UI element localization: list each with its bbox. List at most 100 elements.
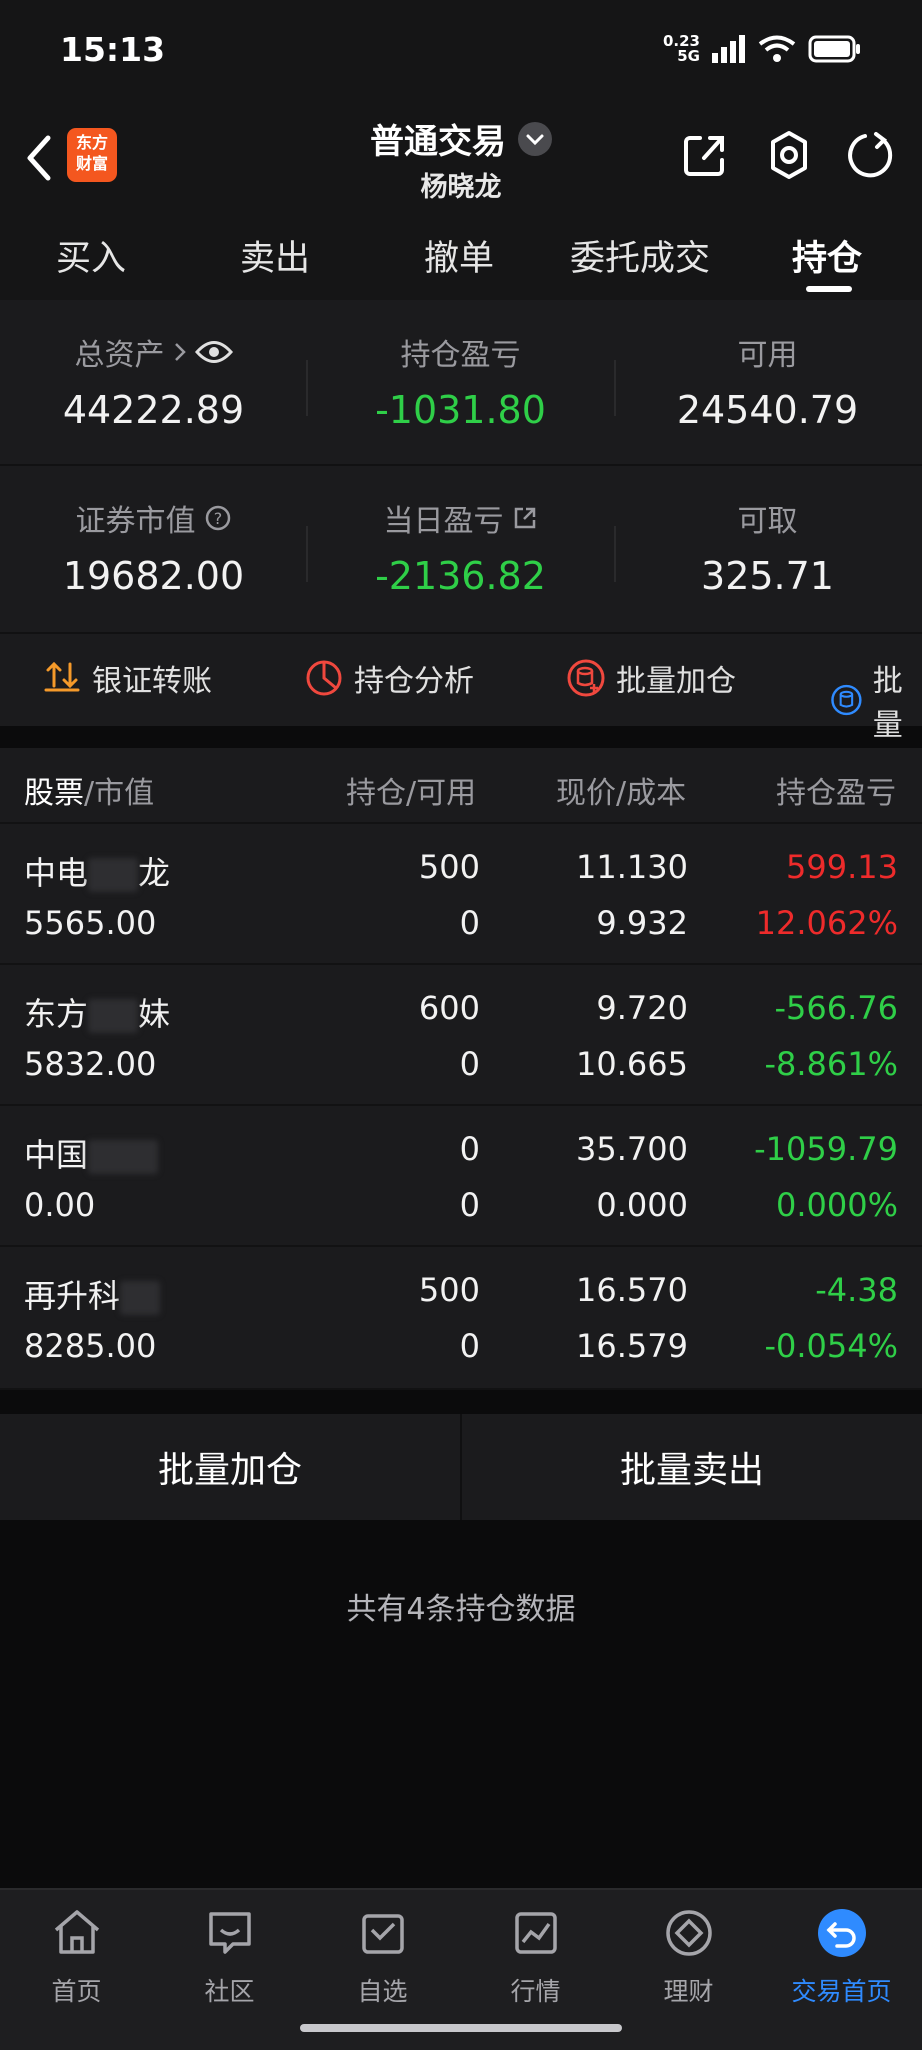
chevron-right-icon [174, 343, 186, 361]
header-pl: 持仓盈亏 [776, 776, 896, 811]
eye-icon[interactable] [194, 339, 233, 365]
available-value: 24540.79 [676, 388, 859, 432]
market-value: 证券市值 ? 19682.00 [0, 496, 307, 598]
withdrawable-value: 325.71 [701, 554, 834, 598]
pl-cell: 599.13 [786, 848, 898, 886]
position-cell: 500 [418, 848, 480, 886]
watchlist-icon [361, 1914, 404, 1954]
nav-watchlist[interactable]: 自选 [306, 1906, 459, 2008]
pl-cell: -566.76 [774, 989, 898, 1027]
pl-cell: -4.38 [815, 1271, 898, 1309]
cost-cell: 0.000 [596, 1186, 688, 1224]
withdrawable-funds: 可取 325.71 [614, 496, 921, 598]
cost-cell: 9.932 [596, 904, 688, 942]
cost-cell: 10.665 [576, 1045, 688, 1083]
market-value-cell: 8285.00 [24, 1327, 157, 1365]
position-cell: 0 [459, 1130, 480, 1168]
status-bar: 15:13 0.23 5G [0, 0, 922, 106]
action-batch-add[interactable]: 批量加仓 [566, 656, 736, 700]
network-indicator: 0.23 5G [663, 34, 700, 64]
position-cell: 600 [418, 989, 480, 1027]
database-icon [831, 684, 862, 716]
daily-pl-value: -2136.82 [375, 554, 546, 598]
pl-cell: -1059.79 [754, 1130, 898, 1168]
app-header: 东方 财富 普通交易 杨晓龙 [0, 106, 922, 216]
available-cell: 0 [459, 904, 480, 942]
stock-name: 再升科 [24, 1271, 161, 1317]
return-icon [817, 1909, 866, 1957]
home-indicator [300, 2024, 622, 2032]
account-summary: 总资产 44222.89 持仓盈亏 -1031.80 可用 24540.79 证… [0, 300, 922, 632]
nav-wealth[interactable]: 理财 [612, 1906, 765, 2008]
price-cell: 9.720 [596, 989, 688, 1027]
pl-pct-cell: -0.054% [764, 1327, 898, 1365]
nav-home[interactable]: 首页 [0, 1906, 153, 2008]
market-value-value: 19682.00 [62, 554, 245, 598]
daily-pl[interactable]: 当日盈亏 -2136.82 [307, 496, 614, 598]
trade-tabs: 买入 卖出 撤单 委托成交 持仓 [0, 216, 922, 300]
wealth-diamond-icon [665, 1910, 712, 1956]
action-position-analysis[interactable]: 持仓分析 [304, 656, 474, 700]
tab-buy[interactable]: 买入 [56, 230, 126, 281]
batch-add-button[interactable]: 批量加仓 [0, 1414, 460, 1520]
nav-trade-home[interactable]: 交易首页 [765, 1906, 918, 2008]
refresh-icon[interactable] [843, 128, 897, 182]
position-pl-value: -1031.80 [375, 388, 546, 432]
table-row[interactable]: 中国 0.00 0 0 35.700 0.000 -1059.79 0.000% [0, 1104, 922, 1247]
available-funds: 可用 24540.79 [614, 330, 921, 432]
database-plus-icon [567, 659, 605, 697]
status-time: 15:13 [60, 30, 166, 69]
action-bank-transfer[interactable]: 银证转账 [42, 656, 212, 700]
page-title: 普通交易 [370, 122, 506, 162]
market-value-cell: 5832.00 [24, 1045, 157, 1083]
transfer-icon [44, 661, 80, 692]
net-type: 5G [677, 47, 700, 65]
tab-sell[interactable]: 卖出 [240, 230, 310, 281]
home-icon [54, 1910, 99, 1954]
tab-cancel[interactable]: 撤单 [424, 230, 494, 281]
header-price: 现价/成本 [556, 776, 687, 811]
nav-market[interactable]: 行情 [459, 1906, 612, 2008]
total-assets[interactable]: 总资产 44222.89 [0, 330, 307, 432]
available-cell: 0 [459, 1045, 480, 1083]
available-cell: 0 [459, 1327, 480, 1365]
table-row[interactable]: 中电龙 5565.00 500 0 11.130 9.932 599.13 12… [0, 822, 922, 965]
active-tab-indicator [806, 286, 852, 292]
chat-bubble-icon [208, 1912, 251, 1954]
tab-orders[interactable]: 委托成交 [570, 230, 710, 281]
share-icon[interactable] [678, 128, 732, 182]
price-cell: 35.700 [576, 1130, 688, 1168]
tab-positions[interactable]: 持仓 [792, 230, 862, 281]
line-chart-icon [514, 1912, 557, 1954]
batch-buttons: 批量加仓 批量卖出 [0, 1414, 922, 1520]
pl-pct-cell: -8.861% [764, 1045, 898, 1083]
action-batch[interactable]: 批量 [830, 656, 922, 744]
pl-pct-cell: 0.000% [775, 1186, 898, 1224]
batch-sell-button[interactable]: 批量卖出 [462, 1414, 922, 1520]
chevron-down-icon[interactable] [518, 121, 552, 156]
header-stock: 股票/市值 [24, 776, 155, 811]
total-assets-value: 44222.89 [62, 388, 245, 432]
header-position: 持仓/可用 [346, 776, 477, 811]
help-icon[interactable]: ? [204, 504, 232, 532]
pie-chart-icon [306, 660, 342, 696]
divider [0, 464, 922, 466]
settings-gear-icon[interactable] [762, 128, 816, 182]
stock-name: 东方妹 [24, 995, 171, 1033]
position-cell: 500 [418, 1271, 480, 1309]
signal-icon [712, 35, 745, 63]
nav-community[interactable]: 社区 [153, 1906, 306, 2008]
available-cell: 0 [459, 1186, 480, 1224]
svg-text:?: ? [213, 509, 222, 528]
status-icons: 0.23 5G [663, 34, 862, 64]
price-cell: 11.130 [576, 848, 688, 886]
stock-name: 中电龙 [24, 854, 171, 892]
stock-name: 中国 [24, 1130, 159, 1176]
market-value-cell: 0.00 [24, 1186, 96, 1224]
battery-icon [808, 35, 860, 63]
market-value-cell: 5565.00 [24, 904, 157, 942]
table-row[interactable]: 再升科 8285.00 500 0 16.570 16.579 -4.38 -0… [0, 1245, 922, 1390]
external-link-icon [514, 507, 535, 529]
positions-count-note: 共有4条持仓数据 [346, 1592, 576, 1627]
table-row[interactable]: 东方妹 5832.00 600 0 9.720 10.665 -566.76 -… [0, 963, 922, 1106]
